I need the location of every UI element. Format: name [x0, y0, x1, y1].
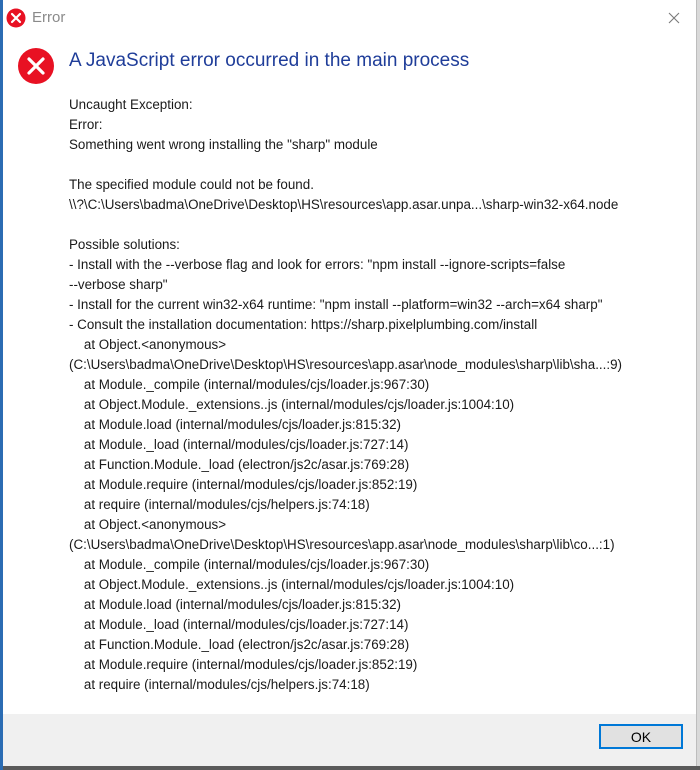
title-bar[interactable]: Error	[3, 0, 696, 36]
button-bar: OK	[3, 714, 696, 766]
message-line: Possible solutions:	[69, 237, 180, 252]
message-line: (C:\Users\badma\OneDrive\Desktop\HS\reso…	[69, 537, 615, 552]
message-line: at Module._compile (internal/modules/cjs…	[69, 377, 430, 392]
dialog-heading: A JavaScript error occurred in the main …	[69, 50, 470, 71]
error-dialog: Error A JavaScript error occurred in the…	[3, 0, 697, 766]
message-line: Error:	[69, 117, 103, 132]
message-line: at Module._load (internal/modules/cjs/lo…	[69, 437, 409, 452]
message-line: at Object.<anonymous>	[69, 517, 227, 532]
message-line: - Consult the installation documentation…	[69, 317, 538, 332]
error-icon	[18, 48, 54, 84]
message-line: (C:\Users\badma\OneDrive\Desktop\HS\reso…	[69, 357, 622, 372]
message-line: at Object.Module._extensions..js (intern…	[69, 397, 515, 412]
message-line: Something went wrong installing the "sha…	[69, 137, 378, 152]
message-line: - Install for the current win32-x64 runt…	[69, 297, 603, 312]
message-line: The specified module could not be found.	[69, 177, 314, 192]
message-line: at Object.<anonymous>	[69, 337, 227, 352]
window-title: Error	[32, 9, 66, 26]
message-line: at Module.require (internal/modules/cjs/…	[69, 477, 418, 492]
message-line: at Object.Module._extensions..js (intern…	[69, 577, 515, 592]
message-line: --verbose sharp"	[69, 277, 168, 292]
message-line: at Module.load (internal/modules/cjs/loa…	[69, 417, 401, 432]
message-line: Uncaught Exception:	[69, 97, 193, 112]
message-line: at Function.Module._load (electron/js2c/…	[69, 637, 410, 652]
close-icon	[668, 12, 680, 24]
message-line: at Module._load (internal/modules/cjs/lo…	[69, 617, 409, 632]
error-icon	[6, 8, 26, 28]
message-line: at require (internal/modules/cjs/helpers…	[69, 677, 370, 692]
message-line: at Module.load (internal/modules/cjs/loa…	[69, 597, 401, 612]
message-line: \\?\C:\Users\badma\OneDrive\Desktop\HS\r…	[69, 197, 619, 212]
message-line: at Function.Module._load (electron/js2c/…	[69, 457, 410, 472]
close-button[interactable]	[662, 6, 686, 30]
message-line: at Module.require (internal/modules/cjs/…	[69, 657, 418, 672]
message-line: - Install with the --verbose flag and lo…	[69, 257, 566, 272]
message-line: at require (internal/modules/cjs/helpers…	[69, 497, 370, 512]
ok-button[interactable]: OK	[599, 724, 683, 749]
desktop-edge-bottom	[0, 766, 700, 770]
error-message: Uncaught Exception: Error: Something went …	[69, 95, 689, 695]
message-line: at Module._compile (internal/modules/cjs…	[69, 557, 430, 572]
